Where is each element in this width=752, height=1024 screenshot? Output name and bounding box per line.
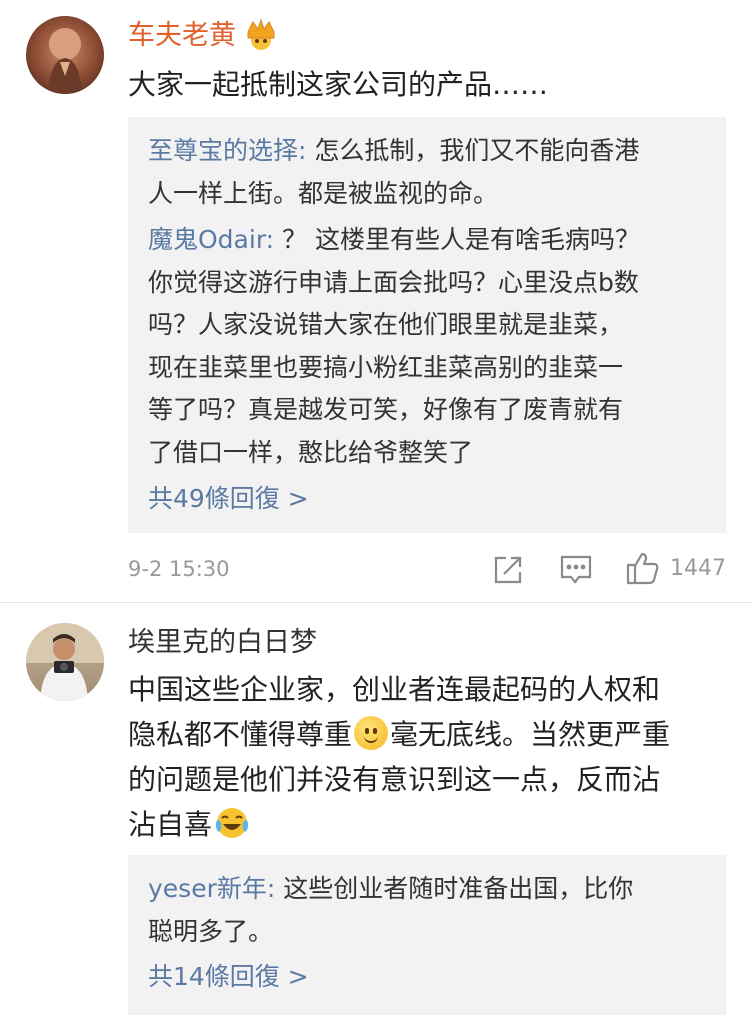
smile-emoji-icon [354,716,389,750]
avatar[interactable] [26,16,104,94]
reply-text: 等了吗？真是越发可笑，好像有了废青就有 [148,395,624,424]
reply-text: 了借口一样，憨比给爷整笑了 [148,437,474,467]
reply-text: 聪明多了。 [148,916,274,946]
comment-username[interactable]: 埃里克的白日梦 [128,626,317,660]
comment-username[interactable]: 车夫老黄 [128,19,236,53]
reply-text: 吗？人家没说错大家在他们眼里就是韭菜， [148,310,624,339]
reply-text: 你觉得这游行申请上面会批吗？心里没点b数 [148,267,639,297]
comment-divider [0,602,752,603]
reply-box[interactable]: 至尊宝的选择: 怎么抵制，我们又不能向香港 人一样上街。都是被监视的命。 魔鬼O… [128,117,726,533]
reply-text: 怎么抵制，我们又不能向香港 [314,136,640,165]
comment-text: 中国这些企业家，创业者连最起码的人权和 隐私都不懂得尊重 毫无底线。当然更严重 的… [128,673,671,841]
more-replies-link[interactable]: 共14條回復 > [148,960,309,994]
avatar-monk-image [48,28,82,94]
reply-item[interactable]: 魔鬼Odair: ？ 这楼里有些人是有啥毛病吗？ 你觉得这游行申请上面会批吗？心… [148,219,718,474]
reply-username[interactable]: yeser新年 [148,874,267,903]
reply-username[interactable]: 魔鬼Odair [148,225,266,254]
crown-icon [244,18,278,50]
like-thumb-icon[interactable] [626,551,660,585]
reply-text: ？ 这楼里有些人是有啥毛病吗？ [282,225,640,254]
more-replies-link[interactable]: 共49條回復 > [148,482,309,516]
reply-item[interactable]: 至尊宝的选择: 怎么抵制，我们又不能向香港 人一样上街。都是被监视的命。 [148,130,718,215]
timestamp: 9-2 15:30 [128,557,230,581]
avatar[interactable] [26,623,104,701]
laugh-cry-emoji-icon [215,808,249,838]
reply-item[interactable]: yeser新年: 这些创业者随时准备出国，比你 聪明多了。 [148,868,718,953]
reply-text: 人一样上街。都是被监视的命。 [148,178,499,208]
comment-icon[interactable] [559,554,592,586]
reply-text: 现在韭菜里也要搞小粉红韭菜高别的韭菜一 [148,352,624,382]
reply-text: 这些创业者随时准备出国，比你 [283,874,634,903]
comment-text: 大家一起抵制这家公司的产品…… [128,68,549,101]
reply-username[interactable]: 至尊宝的选择 [148,136,298,165]
share-icon[interactable] [492,554,524,586]
reply-box[interactable]: yeser新年: 这些创业者随时准备出国，比你 聪明多了。 共14條回復 > [128,855,726,1015]
avatar-photographer-image [26,623,104,701]
like-count: 1447 [670,556,726,581]
